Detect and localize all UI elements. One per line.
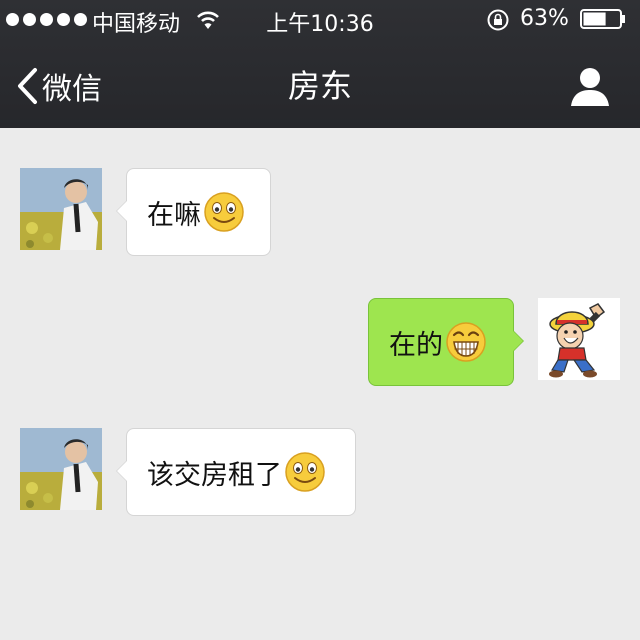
message-bubble-2[interactable]: 在的 [368,298,524,386]
battery-icon [580,9,625,29]
landlord-avatar[interactable] [20,168,102,250]
nav-bar: 微信 房东 [0,44,640,128]
rotation-lock-icon [487,9,509,31]
smile-emoji [204,192,244,232]
message-bubble-3[interactable]: 该交房租了 [116,428,356,516]
chat-area[interactable]: 在嘛 在的 该交房租了 [0,128,640,640]
chat-title: 房东 [287,67,352,105]
message-text-1: 在嘛 [147,199,201,231]
person-icon[interactable] [568,64,612,108]
message-text-2: 在的 [389,329,443,361]
message-bubble-1[interactable]: 在嘛 [116,168,271,256]
own-avatar[interactable] [538,298,620,380]
smile-emoji [285,452,325,492]
battery-percentage: 63% [520,6,569,31]
status-bar: 中国移动 上午10:36 63% [0,0,640,44]
top-bar: 中国移动 上午10:36 63% 微信 房东 [0,0,640,128]
message-text-3: 该交房租了 [147,459,282,491]
grin-emoji [446,322,486,362]
landlord-avatar[interactable] [20,428,102,510]
